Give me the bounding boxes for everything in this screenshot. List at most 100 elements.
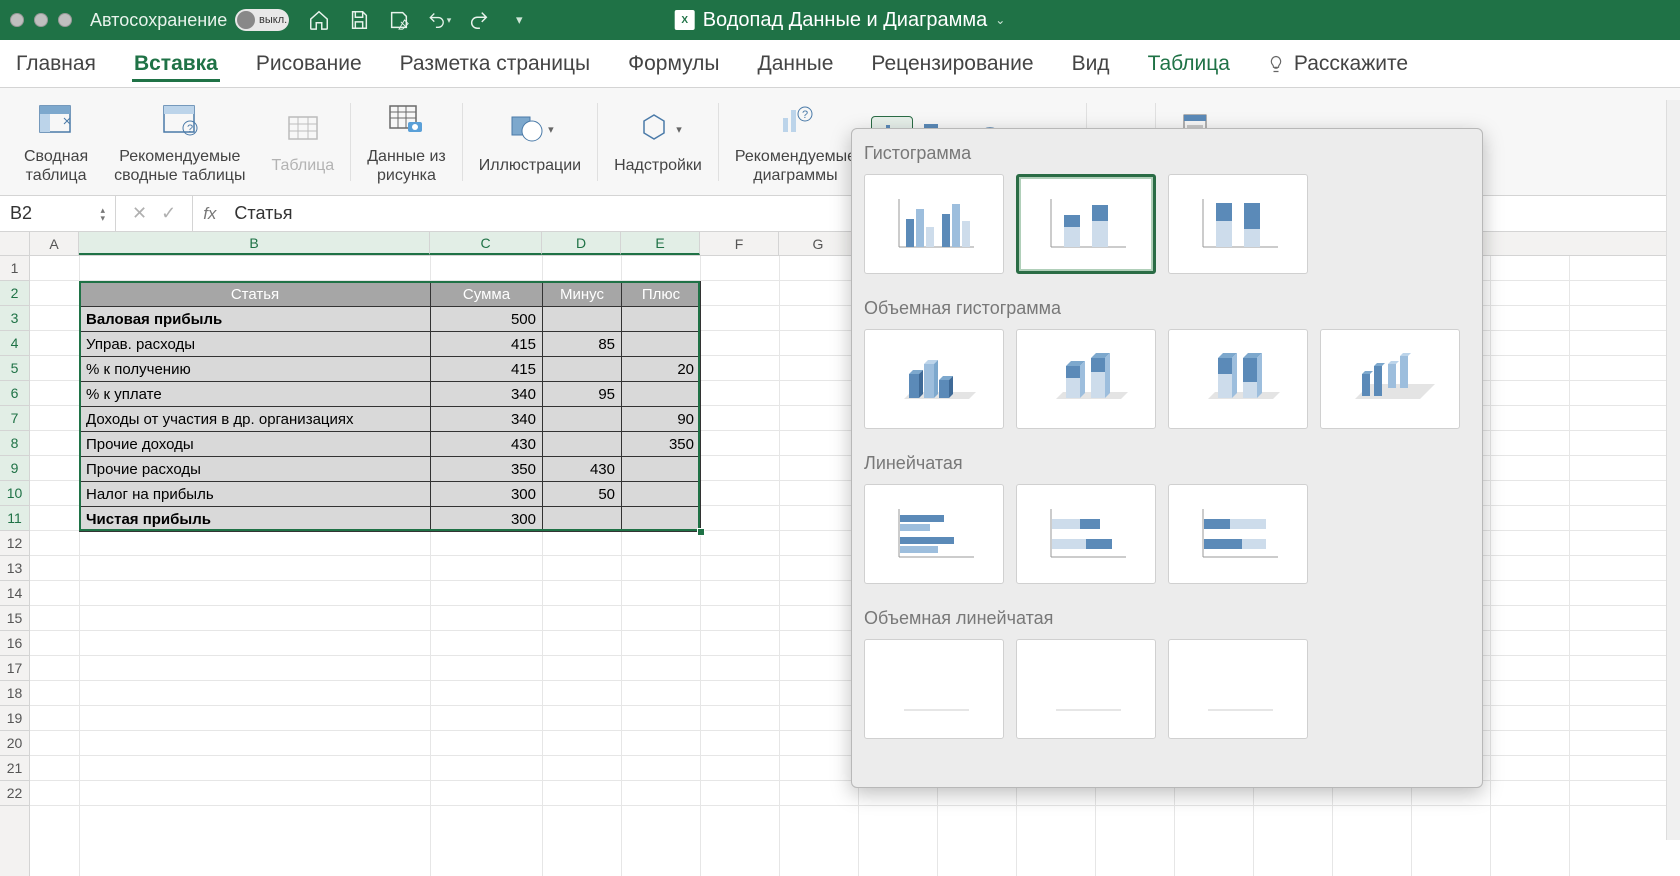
cell[interactable]: 430 <box>543 457 622 482</box>
chart-3d-100-stacked-column[interactable] <box>1168 329 1308 429</box>
home-icon[interactable] <box>307 8 331 32</box>
row-header-19[interactable]: 19 <box>0 706 29 731</box>
row-header-20[interactable]: 20 <box>0 731 29 756</box>
row-header-3[interactable]: 3 <box>0 306 29 331</box>
chart-3d-stacked-bar[interactable] <box>1016 639 1156 739</box>
cell[interactable]: 95 <box>543 382 622 407</box>
tab-draw[interactable]: Рисование <box>254 46 364 82</box>
chart-stacked-column[interactable] <box>1016 174 1156 274</box>
chart-100-stacked-column[interactable] <box>1168 174 1308 274</box>
cell[interactable]: Управ. расходы <box>80 332 431 357</box>
minimize-window-icon[interactable] <box>34 13 48 27</box>
row-header-22[interactable]: 22 <box>0 781 29 806</box>
col-header-D[interactable]: D <box>542 232 621 255</box>
row-header-18[interactable]: 18 <box>0 681 29 706</box>
table-row[interactable]: Валовая прибыль500 <box>80 307 701 332</box>
table-row[interactable]: Управ. расходы41585 <box>80 332 701 357</box>
cell[interactable]: Валовая прибыль <box>80 307 431 332</box>
cell[interactable]: 50 <box>543 482 622 507</box>
row-header-21[interactable]: 21 <box>0 756 29 781</box>
cell[interactable] <box>622 507 701 532</box>
cell[interactable] <box>543 407 622 432</box>
pivot-table-button[interactable]: Сводная таблица <box>14 88 98 195</box>
picture-data-button[interactable]: Данные из рисунка <box>357 88 456 195</box>
cell[interactable] <box>543 357 622 382</box>
cancel-icon[interactable]: ✕ <box>132 203 147 224</box>
chart-clustered-column[interactable] <box>864 174 1004 274</box>
row-header-9[interactable]: 9 <box>0 456 29 481</box>
chart-100-stacked-bar[interactable] <box>1168 484 1308 584</box>
col-header-B[interactable]: B <box>79 232 430 255</box>
cell[interactable] <box>622 457 701 482</box>
fx-label[interactable]: fx <box>193 196 226 231</box>
qat-more-icon[interactable]: ▾ <box>507 8 531 32</box>
chevron-down-icon[interactable]: ⌄ <box>995 13 1005 27</box>
table-row[interactable]: % к уплате34095 <box>80 382 701 407</box>
row-header-15[interactable]: 15 <box>0 606 29 631</box>
maximize-window-icon[interactable] <box>58 13 72 27</box>
cell[interactable]: Прочие доходы <box>80 432 431 457</box>
addins-button[interactable]: ▾ Надстройки <box>604 88 712 195</box>
toggle-switch[interactable]: выкл. <box>235 9 289 31</box>
row-header-6[interactable]: 6 <box>0 381 29 406</box>
name-box-stepper[interactable]: ▴▾ <box>100 206 105 222</box>
table-row[interactable]: Прочие доходы430350 <box>80 432 701 457</box>
cell[interactable]: % к уплате <box>80 382 431 407</box>
header-plus[interactable]: Плюс <box>622 282 701 307</box>
autosave-toggle[interactable]: Автосохранение выкл. <box>90 9 289 31</box>
chart-stacked-bar[interactable] <box>1016 484 1156 584</box>
row-header-7[interactable]: 7 <box>0 406 29 431</box>
cell[interactable] <box>543 307 622 332</box>
table-row[interactable]: Чистая прибыль300 <box>80 507 701 532</box>
cell[interactable]: Прочие расходы <box>80 457 431 482</box>
tab-formulas[interactable]: Формулы <box>626 46 721 82</box>
cell[interactable]: 340 <box>431 382 543 407</box>
row-header-5[interactable]: 5 <box>0 356 29 381</box>
row-header-2[interactable]: 2 <box>0 281 29 306</box>
chart-3d-100-stacked-bar[interactable] <box>1168 639 1308 739</box>
vertical-scrollbar[interactable] <box>1666 100 1680 840</box>
tab-home[interactable]: Главная <box>14 46 98 82</box>
cell[interactable]: 20 <box>622 357 701 382</box>
row-header-12[interactable]: 12 <box>0 531 29 556</box>
row-header-14[interactable]: 14 <box>0 581 29 606</box>
undo-icon[interactable]: ▾ <box>427 8 451 32</box>
row-header-16[interactable]: 16 <box>0 631 29 656</box>
row-header-4[interactable]: 4 <box>0 331 29 356</box>
table-row[interactable]: Прочие расходы350430 <box>80 457 701 482</box>
tell-me[interactable]: Расскажите <box>1266 52 1408 76</box>
cell[interactable] <box>543 507 622 532</box>
chart-3d-clustered-column[interactable] <box>864 329 1004 429</box>
cell[interactable]: 300 <box>431 482 543 507</box>
row-header-13[interactable]: 13 <box>0 556 29 581</box>
cell[interactable]: 90 <box>622 407 701 432</box>
cell[interactable]: 300 <box>431 507 543 532</box>
chart-3d-column[interactable] <box>1320 329 1460 429</box>
select-all-corner[interactable] <box>0 232 30 255</box>
cell[interactable] <box>543 432 622 457</box>
row-header-17[interactable]: 17 <box>0 656 29 681</box>
chart-clustered-bar[interactable] <box>864 484 1004 584</box>
recommended-charts-button[interactable]: ? Рекомендуемые диаграммы <box>725 88 866 195</box>
illustrations-button[interactable]: ▾ Иллюстрации <box>469 88 591 195</box>
cell[interactable] <box>622 382 701 407</box>
tab-review[interactable]: Рецензирование <box>869 46 1035 82</box>
header-article[interactable]: Статья <box>80 282 431 307</box>
cell[interactable]: 415 <box>431 357 543 382</box>
cell[interactable]: 340 <box>431 407 543 432</box>
col-header-E[interactable]: E <box>621 232 700 255</box>
cell[interactable]: Налог на прибыль <box>80 482 431 507</box>
row-header-8[interactable]: 8 <box>0 431 29 456</box>
document-title[interactable]: X Водопад Данные и Диаграмма ⌄ <box>675 9 1006 32</box>
row-header-10[interactable]: 10 <box>0 481 29 506</box>
cell[interactable]: Чистая прибыль <box>80 507 431 532</box>
header-minus[interactable]: Минус <box>543 282 622 307</box>
tab-layout[interactable]: Разметка страницы <box>398 46 593 82</box>
redo-icon[interactable] <box>467 8 491 32</box>
cell[interactable]: % к получению <box>80 357 431 382</box>
tab-view[interactable]: Вид <box>1070 46 1112 82</box>
selection-handle[interactable] <box>697 528 705 536</box>
cell[interactable]: 500 <box>431 307 543 332</box>
header-sum[interactable]: Сумма <box>431 282 543 307</box>
col-header-F[interactable]: F <box>700 232 779 255</box>
